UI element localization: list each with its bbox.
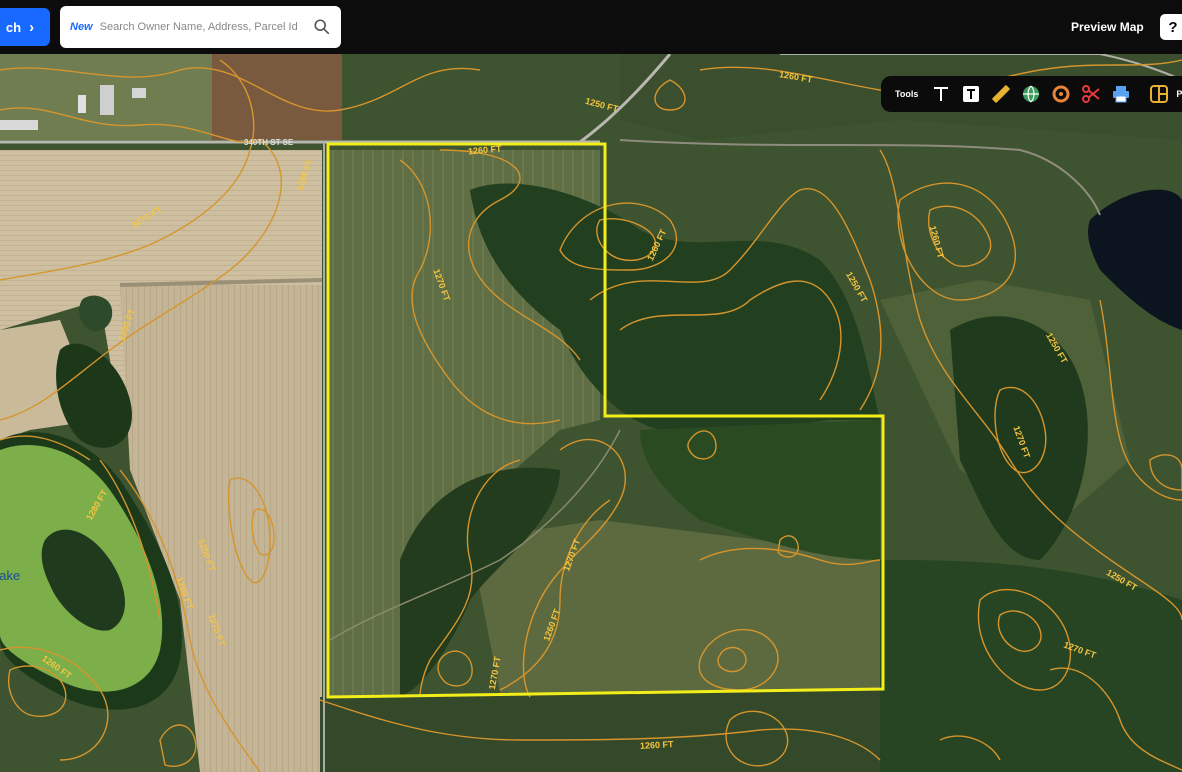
print-tool-icon[interactable] — [1106, 79, 1136, 109]
new-badge: New — [70, 21, 93, 33]
scissors-tool-icon[interactable] — [1076, 79, 1106, 109]
contour-label: 1260 FT — [639, 739, 674, 751]
tools-label: Tools — [895, 89, 919, 99]
forest-bottom — [320, 690, 880, 772]
forest-far-east — [880, 560, 1182, 772]
text-box-tool-icon[interactable] — [956, 79, 986, 109]
chevron-right-icon: › — [29, 18, 35, 36]
measure-tool-icon[interactable] — [986, 79, 1016, 109]
layout-tool-icon[interactable] — [1144, 79, 1174, 109]
search-icon[interactable] — [313, 18, 331, 36]
building-3 — [100, 85, 114, 115]
map-canvas[interactable] — [0, 54, 1182, 772]
top-bar: ch › New Preview Map ? — [0, 0, 1182, 54]
search-button-label: ch — [5, 19, 22, 35]
radius-tool-icon[interactable] — [1046, 79, 1076, 109]
road-label-340th: 340TH ST SE — [244, 138, 294, 147]
text-tool-icon[interactable] — [926, 79, 956, 109]
toolbar-partial-label: P — [1176, 89, 1182, 99]
building-1 — [0, 120, 38, 130]
building-4 — [132, 88, 146, 98]
globe-tool-icon[interactable] — [1016, 79, 1046, 109]
help-button[interactable]: ? — [1160, 14, 1182, 40]
tools-toolbar: Tools P — [881, 76, 1182, 112]
search-input[interactable] — [97, 20, 313, 34]
search-box: New — [60, 6, 341, 48]
search-button[interactable]: ch › — [0, 8, 50, 46]
building-2 — [78, 95, 86, 113]
lake-label: Lake — [0, 568, 21, 583]
preview-map-button[interactable]: Preview Map — [1071, 20, 1144, 34]
